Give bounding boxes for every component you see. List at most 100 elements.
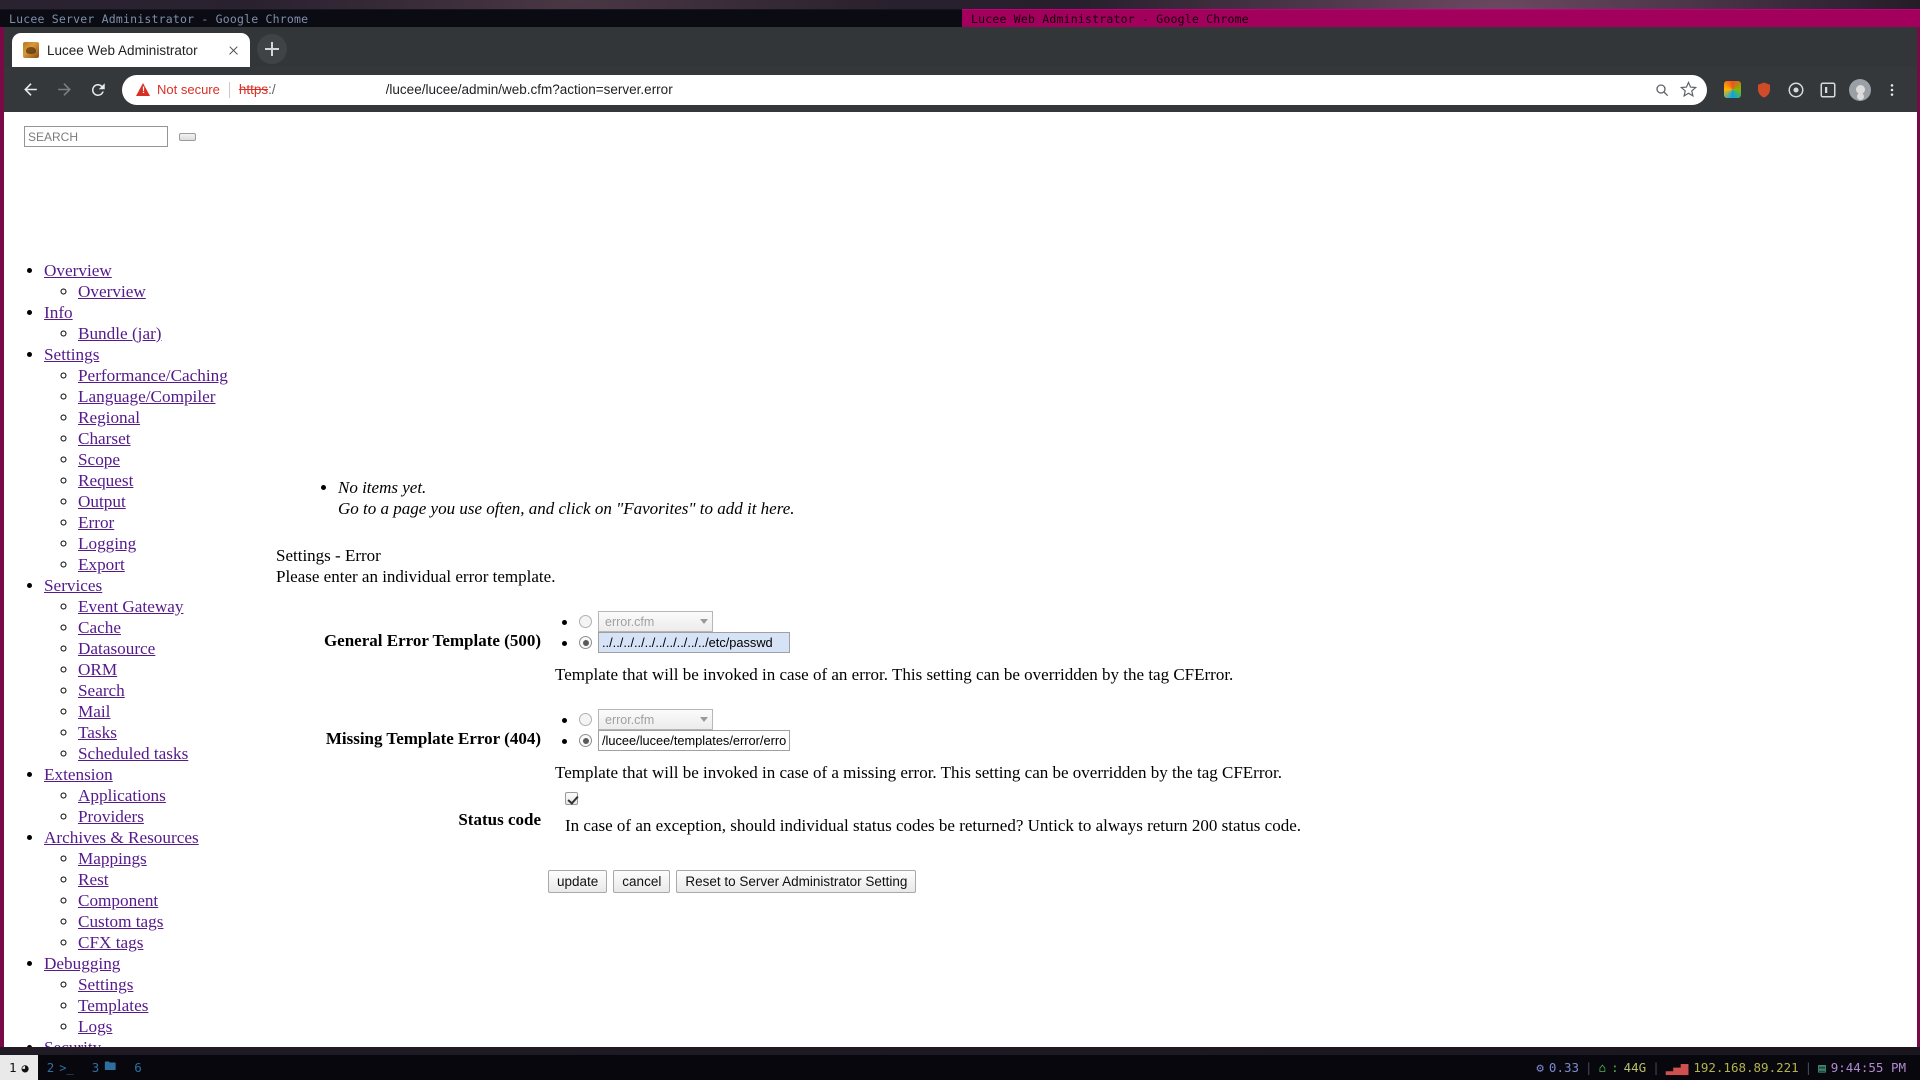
search-input[interactable] — [24, 126, 168, 147]
general-error-preset-radio[interactable] — [579, 615, 592, 628]
browser-tab[interactable]: Lucee Web Administrator — [12, 33, 250, 67]
chrome-menu-icon[interactable] — [1877, 75, 1907, 105]
nav-sublink[interactable]: Scope — [78, 450, 120, 469]
workspace-button-6[interactable]: 6 — [125, 1055, 151, 1080]
nav-sublink[interactable]: Cache — [78, 618, 121, 637]
page-subtitle: Please enter an individual error templat… — [276, 567, 556, 586]
general-error-template-input[interactable] — [598, 632, 790, 653]
nav-link[interactable]: Overview — [44, 261, 112, 280]
cpu-icon: ⚙ — [1536, 1060, 1544, 1075]
background-window-titlebar-right[interactable]: Lucee Web Administrator - Google Chrome — [962, 9, 1920, 27]
missing-template-help-text: Template that will be invoked in case of… — [555, 763, 1282, 782]
nav-link[interactable]: Debugging — [44, 954, 120, 973]
nav-sublink[interactable]: Error — [78, 513, 114, 532]
new-tab-button[interactable] — [257, 34, 287, 64]
nav-sublink[interactable]: Bundle (jar) — [78, 324, 162, 343]
nav-sublink[interactable]: Overview — [78, 282, 146, 301]
missing-template-custom-radio[interactable] — [579, 734, 592, 747]
workspace-button-1[interactable]: 1 ◕ — [0, 1055, 38, 1080]
missing-template-input[interactable] — [598, 730, 790, 751]
cancel-button[interactable]: cancel — [613, 870, 671, 893]
background-window-titlebar-left[interactable]: Lucee Server Administrator - Google Chro… — [0, 9, 962, 27]
extension-square-icon[interactable] — [1813, 75, 1843, 105]
extension-circle-icon[interactable] — [1781, 75, 1811, 105]
nav-link[interactable]: Archives & Resources — [44, 828, 199, 847]
close-icon[interactable] — [224, 41, 242, 59]
general-error-custom-radio[interactable] — [579, 636, 592, 649]
address-bar[interactable]: Not secure https :/ /lucee/lucee/admin/w… — [122, 74, 1707, 105]
status-code-checkbox[interactable] — [565, 792, 578, 805]
nav-sublink[interactable]: Export — [78, 555, 125, 574]
nav-subitem: Overview — [78, 281, 304, 302]
nav-sublink[interactable]: Logging — [78, 534, 136, 553]
nav-section-debugging: Debugging Settings Templates Logs — [44, 953, 304, 1037]
nav-subitem: Component — [78, 890, 304, 911]
extension-colorful-icon[interactable] — [1717, 75, 1747, 105]
nav-root-list: Overview Overview Info Bundle (jar) Settings… — [4, 260, 304, 1047]
nav-sublink[interactable]: CFX tags — [78, 933, 143, 952]
nav-link[interactable]: Security — [44, 1038, 101, 1047]
search-submit-button[interactable] — [179, 132, 196, 141]
nav-subitem: Scheduled tasks — [78, 743, 304, 764]
nav-section-security: SecurityPassword — [44, 1037, 304, 1047]
taskbar-status-area: ⚙ 0.33 | ⌂ : 44G | ▂▄▆ 192.168.89.221 | … — [1536, 1060, 1920, 1075]
workspace-glyph-icon: ◕ — [21, 1060, 29, 1075]
nav-sublink[interactable]: Datasource — [78, 639, 155, 658]
nav-sublink[interactable]: Logs — [78, 1017, 112, 1036]
nav-sublink[interactable]: Component — [78, 891, 158, 910]
general-error-preset-value: error.cfm — [605, 614, 655, 629]
workspace-button-3[interactable]: 3 🖿 — [83, 1055, 126, 1080]
nav-link[interactable]: Settings — [44, 345, 99, 364]
nav-sublink[interactable]: ORM — [78, 660, 117, 679]
nav-sublink[interactable]: Request — [78, 471, 133, 490]
nav-sublink[interactable]: Tasks — [78, 723, 117, 742]
nav-sublink[interactable]: Event Gateway — [78, 597, 183, 616]
favorites-empty-label: No items yet. — [338, 478, 427, 497]
status-code-help-text: In case of an exception, should individu… — [565, 816, 1301, 835]
nav-sublink[interactable]: Rest — [78, 870, 109, 889]
disk-label: : — [1611, 1060, 1619, 1075]
nav-sublink[interactable]: Mappings — [78, 849, 147, 868]
nav-sublink[interactable]: Custom tags — [78, 912, 163, 931]
reload-button[interactable] — [82, 74, 114, 106]
nav-sublink[interactable]: Search — [78, 681, 125, 700]
nav-section-archives-resources: Archives & Resources Mappings Rest Componen… — [44, 827, 304, 953]
general-error-preset-select[interactable]: error.cfm — [598, 611, 713, 632]
missing-template-preset-radio[interactable] — [579, 713, 592, 726]
nav-sublink[interactable]: Scheduled tasks — [78, 744, 188, 763]
nav-sublink[interactable]: Language/Compiler — [78, 387, 215, 406]
general-error-option-list: error.cfm — [555, 611, 1626, 653]
nav-sublink[interactable]: Charset — [78, 429, 131, 448]
bookmark-star-icon[interactable] — [1675, 77, 1701, 103]
nav-subitem: Providers — [78, 806, 304, 827]
list-item — [579, 632, 1626, 653]
workspace-glyph-icon: 🖿 — [104, 1059, 117, 1073]
extension-shield-icon[interactable] — [1749, 75, 1779, 105]
field-controls-missing-template: error.cfm — [541, 709, 1626, 783]
missing-template-option-list: error.cfm — [555, 709, 1626, 751]
update-button[interactable]: update — [548, 870, 608, 893]
nav-sublink[interactable]: Templates — [78, 996, 148, 1015]
workspace-button-2[interactable]: 2 >_ — [38, 1055, 83, 1080]
nav-sublink[interactable]: Providers — [78, 807, 144, 826]
cpu-load-status: ⚙ 0.33 — [1536, 1060, 1579, 1075]
field-label-general-error: General Error Template (500) — [323, 631, 541, 650]
nav-subitem: Language/Compiler — [78, 386, 304, 407]
zoom-icon[interactable] — [1649, 77, 1675, 103]
nav-sublink[interactable]: Settings — [78, 975, 133, 994]
nav-link[interactable]: Info — [44, 303, 73, 322]
nav-sublink[interactable]: Output — [78, 492, 126, 511]
nav-link[interactable]: Extension — [44, 765, 113, 784]
back-button[interactable] — [14, 74, 46, 106]
nav-link[interactable]: Services — [44, 576, 102, 595]
profile-avatar[interactable] — [1845, 75, 1875, 105]
nav-sublink[interactable]: Applications — [78, 786, 166, 805]
nav-sublink[interactable]: Regional — [78, 408, 140, 427]
clock-status: ▤ 9:44:55 PM — [1818, 1060, 1906, 1075]
nav-sublink[interactable]: Performance/Caching — [78, 366, 228, 385]
reset-to-server-setting-button[interactable]: Reset to Server Administrator Setting — [676, 870, 917, 893]
forward-button[interactable] — [48, 74, 80, 106]
disk-status: ⌂ : 44G — [1599, 1060, 1647, 1075]
missing-template-preset-select[interactable]: error.cfm — [598, 709, 713, 730]
nav-sublink[interactable]: Mail — [78, 702, 110, 721]
